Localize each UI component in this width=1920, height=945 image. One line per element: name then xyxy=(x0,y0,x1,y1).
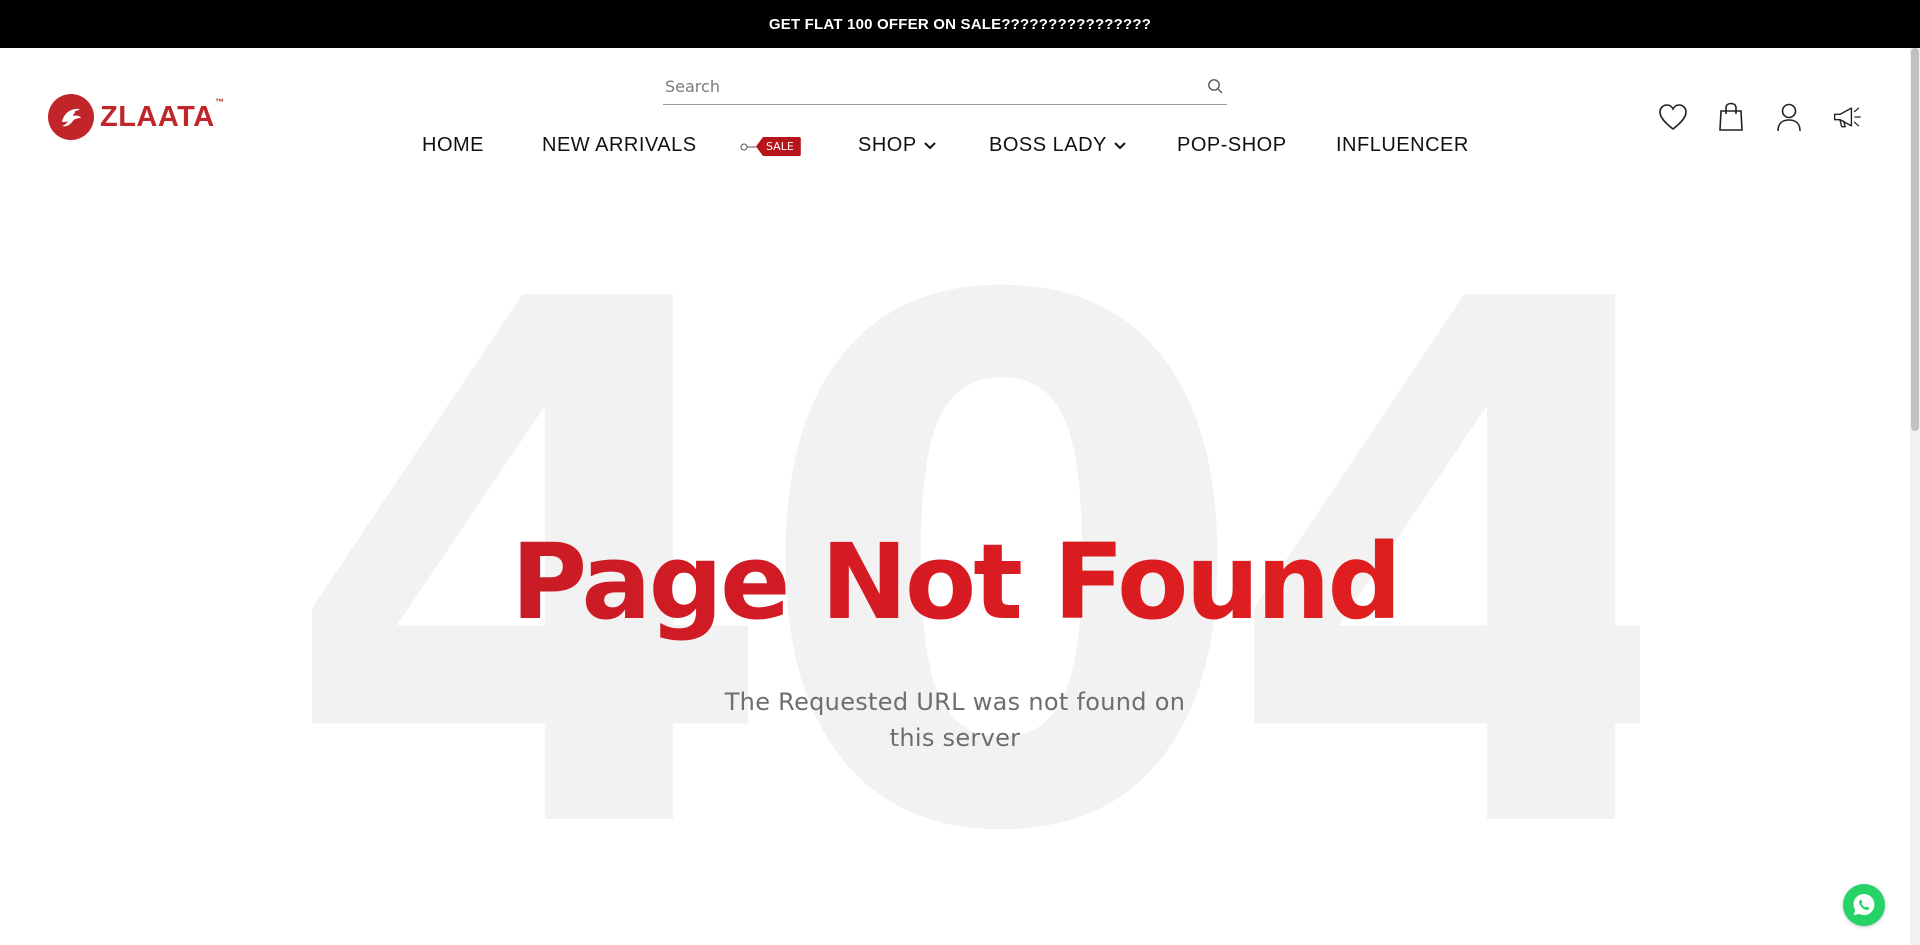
nav-label: INFLUENCER xyxy=(1336,134,1469,156)
nav-item-new-arrivals[interactable]: NEW ARRIVALS xyxy=(542,134,697,157)
heart-icon[interactable] xyxy=(1658,102,1688,132)
nav-item-pop-shop[interactable]: POP-SHOP xyxy=(1177,134,1287,157)
main-nav: HOME NEW ARRIVALS SHOP BOSS LADY POP-SHO… xyxy=(0,134,1920,164)
nav-item-sale[interactable]: SALE xyxy=(740,137,801,156)
header-actions xyxy=(1658,102,1862,132)
sale-badge: SALE xyxy=(756,137,801,156)
scrollbar[interactable] xyxy=(1910,48,1920,945)
nav-item-shop[interactable]: SHOP xyxy=(858,134,937,157)
page-title: Page Not Found xyxy=(0,522,1910,642)
nav-item-influencer[interactable]: INFLUENCER xyxy=(1336,134,1469,157)
chevron-down-icon xyxy=(923,134,937,157)
search-input[interactable] xyxy=(663,76,1203,96)
nav-label: SHOP xyxy=(858,134,917,156)
megaphone-icon[interactable] xyxy=(1832,102,1862,132)
brand-name: ZLAATA ™ xyxy=(100,97,224,134)
announcement-text: GET FLAT 100 OFFER ON SALE??????????????… xyxy=(768,15,1152,33)
nav-label: NEW ARRIVALS xyxy=(542,134,697,156)
user-icon[interactable] xyxy=(1774,102,1804,132)
announcement-bar: GET FLAT 100 OFFER ON SALE??????????????… xyxy=(0,0,1920,48)
nav-label: POP-SHOP xyxy=(1177,134,1287,156)
error-message: The Requested URL was not found on this … xyxy=(724,688,1186,752)
brand-name-text: ZLAATA xyxy=(100,100,215,133)
nav-item-boss-lady[interactable]: BOSS LADY xyxy=(989,134,1127,157)
tag-string-icon xyxy=(740,143,756,150)
nav-item-home[interactable]: HOME xyxy=(422,134,484,157)
scrollbar-thumb[interactable] xyxy=(1911,48,1919,431)
search-bar xyxy=(663,68,1227,105)
chevron-down-icon xyxy=(1113,134,1127,157)
whatsapp-icon[interactable] xyxy=(1843,884,1885,926)
nav-label: BOSS LADY xyxy=(989,134,1107,156)
search-icon[interactable] xyxy=(1203,74,1227,98)
shopping-bag-icon[interactable] xyxy=(1716,102,1746,132)
nav-label: HOME xyxy=(422,134,484,156)
trademark-symbol: ™ xyxy=(215,96,225,107)
